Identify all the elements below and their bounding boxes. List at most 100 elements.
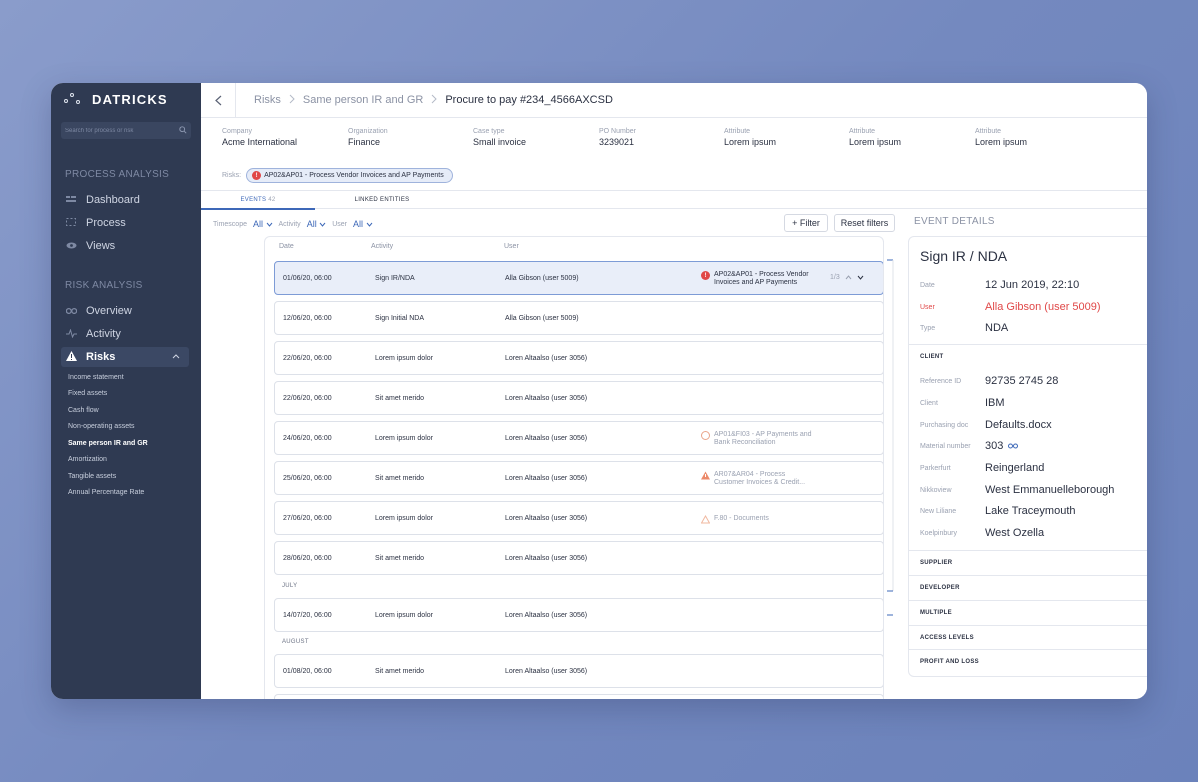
sidebar-item-risks[interactable]: Risks <box>65 351 115 363</box>
table-row[interactable]: 22/06/20, 06:00 Lorem ipsum dolor Loren … <box>274 341 883 375</box>
filters-bar: Timescope All Activity All User All <box>213 219 373 229</box>
process-icon <box>65 218 77 228</box>
row-risk-label: F.80 - Documents <box>714 515 769 522</box>
meta-label: Attribute <box>975 128 1002 135</box>
section-multiple[interactable]: MULTIPLE <box>909 600 1147 625</box>
row-date: 25/06/20, 06:00 <box>283 475 332 482</box>
sidebar-item-views[interactable]: Views <box>65 240 115 252</box>
row-activity: Lorem ipsum dolor <box>375 435 433 442</box>
risk-chip-label: AP02&AP01 - Process Vendor Invoices and … <box>264 172 444 179</box>
table-row[interactable]: 01/06/20, 06:00 Sign IR/NDA Alla Gibson … <box>274 261 883 295</box>
month-label: JULY <box>282 583 298 589</box>
chevron-up-icon[interactable] <box>845 275 852 280</box>
activity-select[interactable]: All <box>307 219 327 229</box>
row-risk[interactable]: AR07&AR04 - Process Customer Invoices & … <box>701 471 805 487</box>
meta-attribute: Attribute Lorem ipsum <box>975 128 1027 147</box>
chevron-right-icon <box>289 94 295 107</box>
section-title-risk: RISK ANALYSIS <box>65 280 143 291</box>
table-row[interactable]: 22/06/20, 06:00 Sit amet merido Loren Al… <box>274 381 883 415</box>
table-row[interactable]: 12/06/20, 06:00 Sign Initial NDA Alla Gi… <box>274 301 883 335</box>
client-field: Parkerfurt Reingerland <box>920 462 1044 474</box>
chevron-up-icon[interactable] <box>172 352 180 361</box>
table-row[interactable]: 01/08/20, 06:00 Sit amet merido Loren Al… <box>274 654 883 688</box>
sidebar-subitem-non-operating-assets[interactable]: Non-operating assets <box>68 423 135 430</box>
meta-attribute: Attribute Lorem ipsum <box>849 128 901 147</box>
meta-label: Organization <box>348 128 388 135</box>
row-risk-label: AR07&AR04 - Process Customer Invoices & … <box>714 471 806 486</box>
sidebar-subitem-amortization[interactable]: Amortization <box>68 456 107 463</box>
sidebar-subitem-apr[interactable]: Annual Percentage Rate <box>68 489 144 496</box>
top-bar: Risks Same person IR and GR Procure to p… <box>201 83 1147 118</box>
meta-label: Case type <box>473 128 505 135</box>
tab-count: 42 <box>268 197 276 203</box>
row-activity: Lorem ipsum dolor <box>375 515 433 522</box>
meta-value: Acme International <box>222 137 298 147</box>
row-risk[interactable]: AP01&FI03 - AP Payments and Bank Reconci… <box>701 431 812 447</box>
table-row[interactable]: 28/06/20, 06:00 Sit amet merido Loren Al… <box>274 541 883 575</box>
chevron-down-icon[interactable] <box>857 275 864 280</box>
tab-linked-entities[interactable]: LINKED ENTITIES <box>325 191 439 210</box>
pager-count: 1/3 <box>830 274 840 281</box>
reset-filters-button[interactable]: Reset filters <box>834 214 895 232</box>
dashboard-icon <box>65 195 77 205</box>
sidebar-item-dashboard[interactable]: Dashboard <box>65 194 140 206</box>
section-access-levels[interactable]: ACCESS LEVELS <box>909 625 1147 650</box>
field-label: Parkerfurt <box>920 464 951 472</box>
section-developer[interactable]: DEVELOPER <box>909 575 1147 600</box>
back-button[interactable] <box>201 83 236 118</box>
meta-po-number: PO Number 3239021 <box>599 128 636 147</box>
main-content: Risks Same person IR and GR Procure to p… <box>201 83 1147 699</box>
section-client[interactable]: CLIENT <box>909 344 1147 369</box>
section-title: PROFIT AND LOSS <box>920 659 979 665</box>
search-input[interactable] <box>65 127 165 134</box>
sidebar-search[interactable] <box>61 122 191 139</box>
field-label: New Liliane <box>920 507 957 515</box>
sidebar-subitem-income-statement[interactable]: Income statement <box>68 374 124 381</box>
logo[interactable]: DATRICKS <box>64 92 168 107</box>
detail-value[interactable]: Alla Gibson (user 5009) <box>985 301 1101 313</box>
event-details-panel: Sign IR / NDA Date 12 Jun 2019, 22:10 Us… <box>908 236 1147 677</box>
tab-events[interactable]: EVENTS 42 <box>201 191 315 210</box>
search-icon[interactable] <box>179 125 187 136</box>
meta-case-type: Case type Small invoice <box>473 128 526 147</box>
sidebar-item-label: Views <box>86 240 116 252</box>
table-row[interactable]: 25/06/20, 06:00 Sit amet merido Loren Al… <box>274 461 883 495</box>
eye-icon <box>65 241 77 251</box>
add-filter-button[interactable]: + Filter <box>784 214 828 232</box>
breadcrumb-risk-type[interactable]: Same person IR and GR <box>303 94 423 106</box>
sidebar-subitem-fixed-assets[interactable]: Fixed assets <box>68 390 107 397</box>
table-row[interactable]: 27/06/20, 06:00 Lorem ipsum dolor Loren … <box>274 501 883 535</box>
timescope-select[interactable]: All <box>253 219 273 229</box>
row-activity: Lorem ipsum dolor <box>375 355 433 362</box>
sidebar-subitem-tangible-assets[interactable]: Tangible assets <box>68 473 116 480</box>
row-risk[interactable]: F.80 - Documents <box>701 515 769 524</box>
link-icon[interactable] <box>1008 441 1019 451</box>
table-row[interactable]: 14/07/20, 06:00 Lorem ipsum dolor Loren … <box>274 598 883 632</box>
detail-user: User Alla Gibson (user 5009) <box>920 301 1101 313</box>
section-profit-and-loss[interactable]: PROFIT AND LOSS <box>909 649 1147 674</box>
section-title: ACCESS LEVELS <box>920 635 974 641</box>
table-row[interactable] <box>274 694 883 699</box>
breadcrumb: Risks Same person IR and GR Procure to p… <box>254 94 613 107</box>
month-label: AUGUST <box>282 639 309 645</box>
user-select[interactable]: All <box>353 219 373 229</box>
row-activity: Sign Initial NDA <box>375 315 425 322</box>
row-risk-label: AP02&AP01 - Process Vendor Invoices and … <box>714 271 809 286</box>
sidebar-subitem-cash-flow[interactable]: Cash flow <box>68 407 99 414</box>
field-value: West Ozella <box>985 527 1045 539</box>
sidebar-item-activity[interactable]: Activity <box>65 327 121 340</box>
row-user: Alla Gibson (user 5009) <box>505 315 579 322</box>
sidebar-item-overview[interactable]: Overview <box>65 305 132 317</box>
sidebar-item-process[interactable]: Process <box>65 217 126 229</box>
row-risk-label: AP01&FI03 - AP Payments and Bank Reconci… <box>714 431 812 446</box>
table-row[interactable]: 24/06/20, 06:00 Lorem ipsum dolor Loren … <box>274 421 883 455</box>
breadcrumb-risks[interactable]: Risks <box>254 94 281 106</box>
row-risk[interactable]: ! AP02&AP01 - Process Vendor Invoices an… <box>701 271 809 287</box>
section-supplier[interactable]: SUPPLIER <box>909 550 1147 575</box>
event-title: Sign IR / NDA <box>920 248 1008 264</box>
filter-label: Activity <box>278 220 301 228</box>
risk-chip[interactable]: ! AP02&AP01 - Process Vendor Invoices an… <box>246 168 453 183</box>
sidebar-subitem-same-person[interactable]: Same person IR and GR <box>68 440 148 447</box>
field-value: Reingerland <box>985 462 1045 474</box>
detail-label: Date <box>920 281 935 289</box>
